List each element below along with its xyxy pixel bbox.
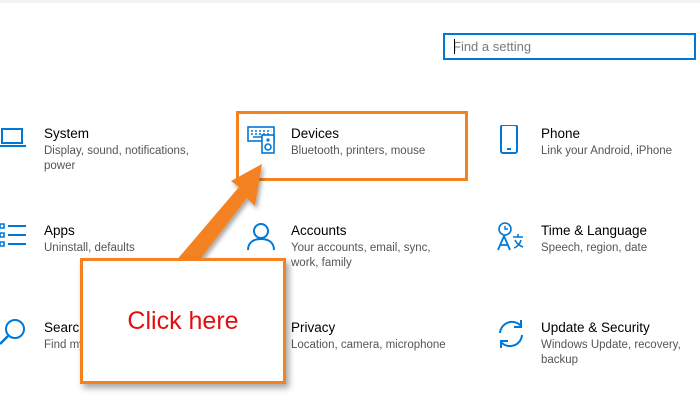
tile-description: Windows Update, recovery, backup bbox=[541, 339, 681, 366]
tile-description: Uninstall, defaults bbox=[44, 242, 135, 254]
devices-highlight-box bbox=[236, 111, 468, 181]
tile-time-language[interactable]: Time & Language Speech, region, date bbox=[497, 222, 700, 302]
tile-update-security[interactable]: Update & Security Windows Update, recove… bbox=[497, 319, 700, 399]
tile-title: Update & Security bbox=[541, 320, 650, 335]
click-here-callout: Click here bbox=[80, 258, 286, 384]
search-icon bbox=[0, 319, 36, 355]
tile-system[interactable]: System Display, sound, notifications, po… bbox=[0, 125, 225, 205]
search-input[interactable] bbox=[445, 35, 683, 58]
tile-title: Time & Language bbox=[541, 223, 648, 238]
person-icon bbox=[247, 222, 283, 258]
laptop-icon bbox=[0, 125, 36, 161]
tile-phone[interactable]: Phone Link your Android, iPhone bbox=[497, 125, 700, 205]
tile-title: Phone bbox=[541, 126, 581, 141]
text-caret bbox=[454, 39, 455, 54]
search-field[interactable] bbox=[443, 33, 696, 60]
callout-text: Click here bbox=[127, 307, 239, 335]
refresh-icon bbox=[497, 319, 533, 355]
phone-icon bbox=[497, 125, 533, 161]
apps-list-icon bbox=[0, 222, 36, 258]
tile-description: Speech, region, date bbox=[541, 242, 648, 254]
tile-description: Display, sound, notifications, power bbox=[44, 145, 189, 172]
time-language-icon bbox=[497, 222, 533, 258]
tile-title: Apps bbox=[44, 223, 75, 238]
title-bar-strip bbox=[0, 0, 700, 3]
tile-description: Your accounts, email, sync, work, family bbox=[291, 242, 431, 269]
tile-title: System bbox=[44, 126, 90, 141]
tile-title: Privacy bbox=[291, 320, 336, 335]
tile-title: Accounts bbox=[291, 223, 347, 238]
tile-description: Location, camera, microphone bbox=[291, 339, 446, 351]
tile-description: Link your Android, iPhone bbox=[541, 145, 673, 157]
